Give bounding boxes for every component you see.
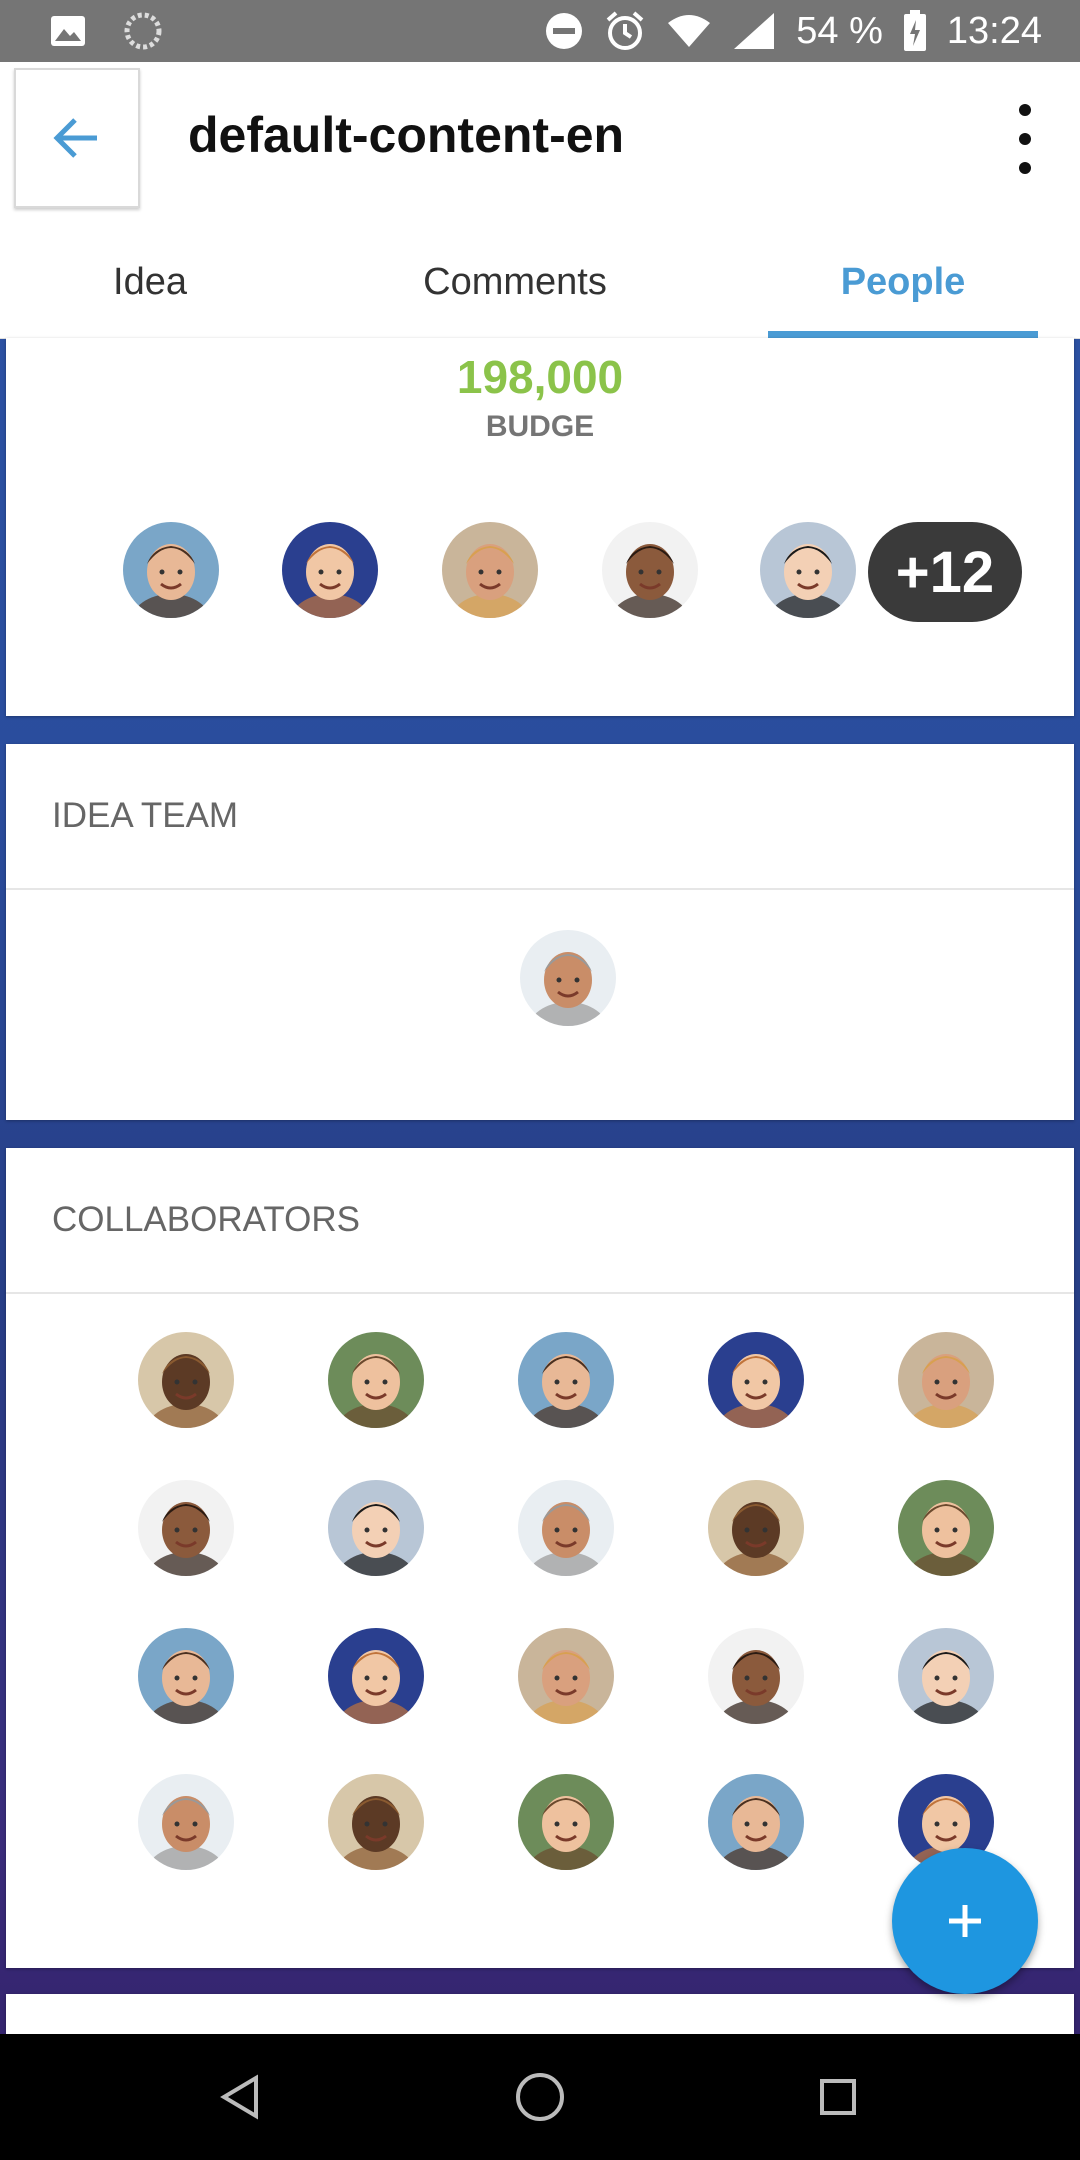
arrow-back-icon — [53, 116, 101, 160]
budget-value: 198,000 — [456, 351, 624, 403]
collaborator-avatar[interactable] — [138, 1774, 234, 1870]
collaborator-avatar[interactable] — [328, 1628, 424, 1724]
collaborator-avatar[interactable] — [138, 1628, 234, 1724]
nav-recents-button[interactable] — [798, 2062, 878, 2132]
collaborator-avatar[interactable] — [708, 1774, 804, 1870]
triangle-back-icon — [220, 2074, 260, 2120]
tab-comments[interactable]: Comments — [360, 226, 670, 338]
battery-charging-icon — [903, 10, 927, 52]
more-people-badge[interactable]: +12 — [868, 522, 1022, 622]
collaborator-avatar[interactable] — [328, 1480, 424, 1576]
idea-team-heading: IDEA TEAM — [52, 796, 239, 835]
tab-people[interactable]: People — [768, 226, 1038, 338]
next-card — [6, 1994, 1074, 2034]
back-button[interactable] — [14, 68, 140, 208]
wifi-icon — [666, 13, 712, 49]
idea-team-header: IDEA TEAM — [6, 744, 1074, 890]
collaborator-avatar[interactable] — [138, 1332, 234, 1428]
collaborator-avatar[interactable] — [898, 1480, 994, 1576]
budget-avatar[interactable] — [442, 522, 538, 618]
tab-bar: Idea Comments People — [0, 226, 1080, 339]
budget-avatar[interactable] — [282, 522, 378, 618]
budget-label: BUDGE — [485, 410, 595, 443]
alarm-icon — [604, 10, 646, 52]
image-icon — [50, 15, 86, 47]
collaborator-avatar[interactable] — [518, 1628, 614, 1724]
clock: 13:24 — [946, 9, 1042, 52]
budget-avatar[interactable] — [760, 522, 856, 618]
collaborators-card: COLLABORATORS — [6, 1148, 1074, 1968]
budget-avatar[interactable] — [602, 522, 698, 618]
collaborator-avatar[interactable] — [708, 1480, 804, 1576]
nav-home-button[interactable] — [500, 2062, 580, 2132]
battery-percent: 54 % — [796, 9, 883, 52]
collaborator-avatar[interactable] — [518, 1480, 614, 1576]
collaborator-avatar[interactable] — [328, 1774, 424, 1870]
collaborator-avatar[interactable] — [708, 1332, 804, 1428]
circle-home-icon — [515, 2072, 565, 2122]
collaborators-heading: COLLABORATORS — [52, 1200, 360, 1239]
square-recents-icon — [818, 2077, 858, 2117]
status-bar: 54 % 13:24 — [0, 0, 1080, 62]
tab-idea[interactable]: Idea — [30, 226, 270, 338]
collaborator-avatar[interactable] — [138, 1480, 234, 1576]
navigation-bar — [0, 2034, 1080, 2160]
budget-card: 198,000 BUDGE +12 — [6, 338, 1074, 716]
collaborators-header: COLLABORATORS — [6, 1148, 1074, 1294]
collaborator-avatar[interactable] — [518, 1332, 614, 1428]
collaborator-avatar[interactable] — [708, 1628, 804, 1724]
budget-avatar[interactable] — [123, 522, 219, 618]
idea-team-card: IDEA TEAM — [6, 744, 1074, 1120]
idea-team-avatar[interactable] — [520, 930, 616, 1026]
signal-icon — [732, 11, 776, 51]
page-title: default-content-en — [188, 107, 625, 163]
collaborator-avatar[interactable] — [328, 1332, 424, 1428]
collaborator-avatar[interactable] — [518, 1774, 614, 1870]
collaborator-avatar[interactable] — [898, 1332, 994, 1428]
collaborator-avatar[interactable] — [898, 1628, 994, 1724]
do-not-disturb-icon — [544, 11, 584, 51]
plus-icon — [945, 1901, 985, 1941]
sync-icon — [124, 12, 162, 50]
app-bar: default-content-en — [0, 62, 1080, 226]
add-fab-button[interactable] — [892, 1848, 1038, 1994]
more-vert-icon[interactable] — [1010, 104, 1040, 174]
nav-back-button[interactable] — [200, 2062, 280, 2132]
